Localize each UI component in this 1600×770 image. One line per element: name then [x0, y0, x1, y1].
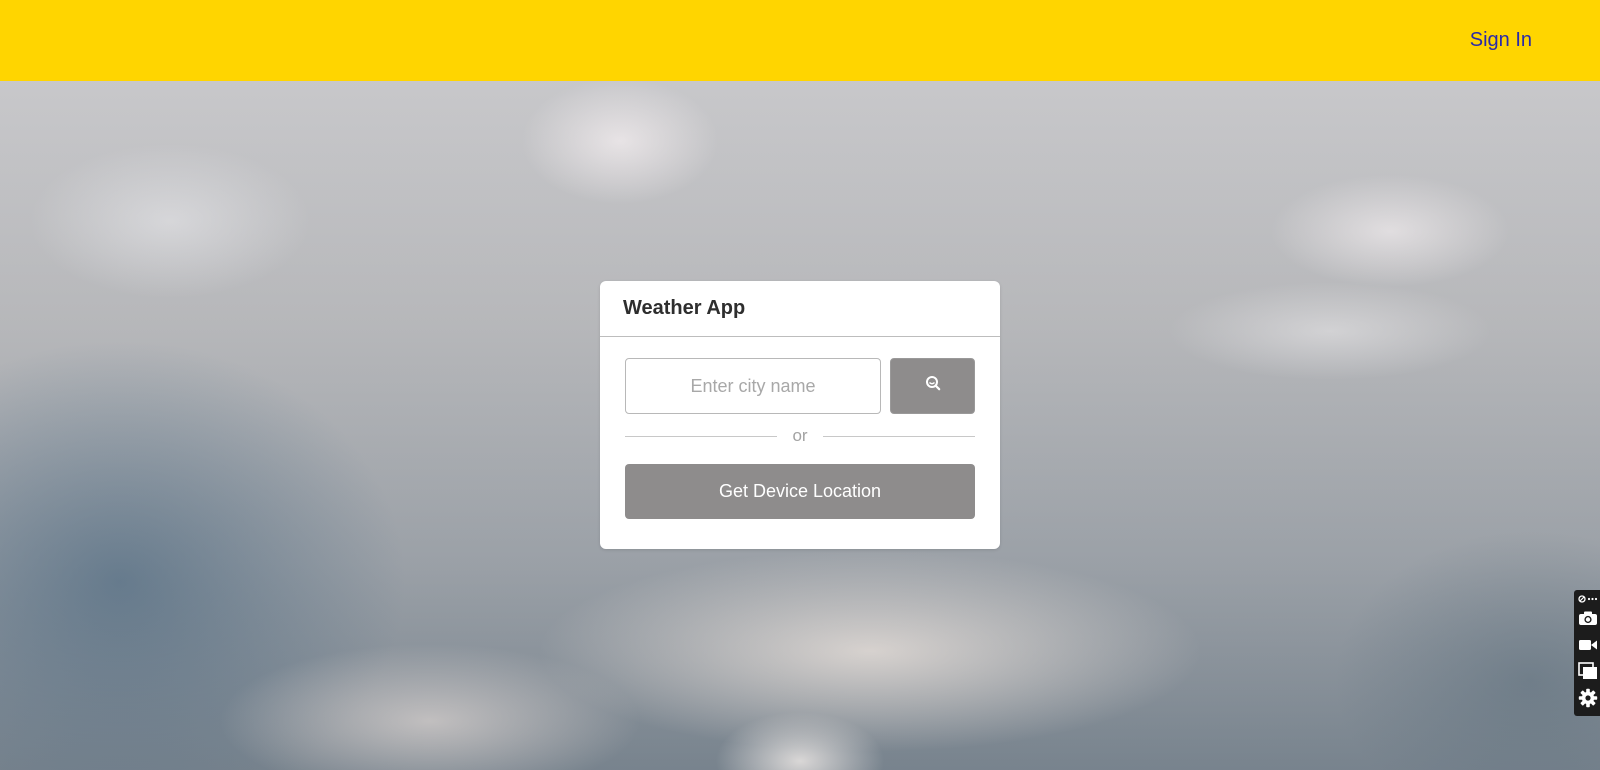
divider-line-left [625, 435, 777, 437]
camera-icon[interactable] [1577, 607, 1598, 628]
page: Sign In Weather App or Get Dev [0, 0, 1600, 770]
window-icon[interactable] [1577, 660, 1598, 681]
top-navbar: Sign In [0, 0, 1600, 81]
card-title: Weather App [600, 281, 1000, 337]
video-icon[interactable] [1577, 634, 1598, 655]
divider-line-right [823, 435, 975, 437]
city-name-input[interactable] [625, 358, 881, 414]
get-device-location-button[interactable]: Get Device Location [625, 464, 975, 519]
search-row [625, 358, 975, 414]
search-button[interactable] [890, 358, 975, 414]
link-more-icon[interactable] [1577, 592, 1598, 606]
sign-in-link[interactable]: Sign In [1470, 29, 1532, 52]
search-icon [924, 375, 942, 398]
or-divider: or [625, 426, 975, 446]
weather-card: Weather App or Get Device Location [600, 281, 1000, 549]
gear-icon[interactable] [1577, 687, 1598, 708]
floating-side-toolbar [1574, 590, 1600, 716]
divider-text: or [792, 426, 808, 445]
